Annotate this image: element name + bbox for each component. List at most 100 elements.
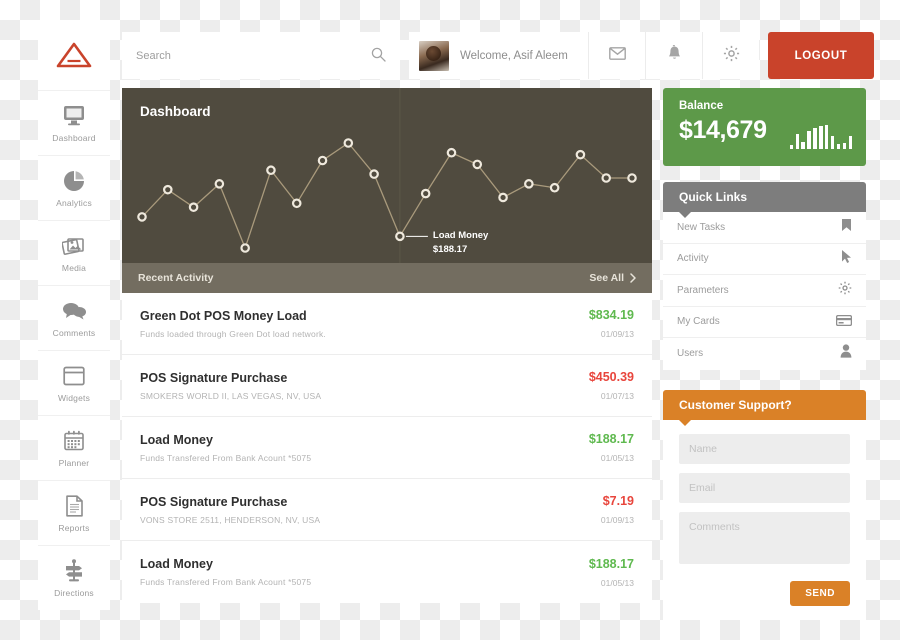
email-field[interactable] xyxy=(679,472,850,503)
chart-point[interactable] xyxy=(627,173,637,183)
notifications-button[interactable] xyxy=(645,32,702,79)
transaction-title: Green Dot POS Money Load xyxy=(140,308,307,323)
chart-point[interactable] xyxy=(369,169,379,179)
document-icon xyxy=(61,494,87,518)
chart-point[interactable] xyxy=(420,188,431,199)
transaction-desc: Funds Transfered From Bank Acount *5075 xyxy=(140,452,312,463)
annotation-label: Load Money xyxy=(432,230,489,242)
quick-link-label: Activity xyxy=(677,253,709,265)
quick-link-activity[interactable]: Activity xyxy=(663,244,866,275)
balance-sparkline xyxy=(789,123,852,149)
transaction-title: POS Signature Purchase xyxy=(140,370,288,385)
chart-point[interactable] xyxy=(162,184,173,195)
pie-chart-icon xyxy=(61,169,87,193)
chart-point[interactable] xyxy=(446,147,457,158)
table-row[interactable]: Load Money Funds Transfered From Bank Aco… xyxy=(122,541,652,603)
transaction-date: 01/07/13 xyxy=(600,391,634,401)
chart-point[interactable] xyxy=(601,173,612,183)
name-field[interactable] xyxy=(679,433,850,464)
search-input[interactable] xyxy=(136,49,386,62)
transaction-date: 01/09/13 xyxy=(600,329,634,339)
chart-point[interactable] xyxy=(575,149,586,160)
transaction-meta: $450.39 01/07/13 xyxy=(589,370,634,401)
gear-icon xyxy=(723,45,740,67)
sidebar-item-dashboard[interactable]: Dashboard xyxy=(38,90,110,155)
table-row[interactable]: POS Signature Purchase SMOKERS WORLD II, … xyxy=(122,355,652,417)
logout-button[interactable]: LOGOUT xyxy=(768,32,874,79)
bookmark-icon xyxy=(841,218,852,237)
speech-bubbles-icon xyxy=(61,299,87,323)
user-icon xyxy=(840,344,852,363)
sidebar-item-reports[interactable]: Reports xyxy=(38,480,110,545)
chart-point[interactable] xyxy=(343,138,354,148)
table-row[interactable]: Green Dot POS Money Load Funds loaded thr… xyxy=(122,293,652,355)
search-container[interactable] xyxy=(122,32,400,79)
chart-point[interactable] xyxy=(188,202,199,212)
quick-link-users[interactable]: Users xyxy=(663,338,866,370)
chart-point[interactable] xyxy=(524,179,534,189)
quick-links-title: Quick Links xyxy=(679,190,748,204)
table-row[interactable]: Load Money Funds Transfered From Bank Aco… xyxy=(122,417,652,479)
chart-point[interactable] xyxy=(395,231,405,242)
send-button[interactable]: SEND xyxy=(790,580,850,606)
transaction-info: POS Signature Purchase SMOKERS WORLD II, … xyxy=(140,371,321,401)
recent-activity-bar: Recent Activity See All xyxy=(122,263,652,293)
chart-point[interactable] xyxy=(549,182,560,193)
see-all-label: See All xyxy=(589,272,624,284)
table-row[interactable]: POS Signature Purchase VONS STORE 2511, H… xyxy=(122,479,652,541)
right-sidebar: Balance $14,679 Quick Links New Tasks Act… xyxy=(663,88,866,620)
search-icon[interactable] xyxy=(371,47,386,67)
quick-link-label: My Cards xyxy=(677,316,720,328)
chart-point[interactable] xyxy=(266,165,276,176)
chart-point[interactable] xyxy=(137,212,147,222)
chart-point[interactable] xyxy=(498,192,508,203)
quick-link-label: Users xyxy=(677,348,704,360)
sidebar-item-media[interactable]: Media xyxy=(38,220,110,285)
main-panel: Dashboard Load Money $188.17 Recent Acti… xyxy=(122,88,652,603)
balance-label: Balance xyxy=(679,100,724,112)
sparkline-bar xyxy=(789,145,794,149)
transaction-date: 01/09/13 xyxy=(600,515,634,525)
sidebar-item-label: Reports xyxy=(58,522,90,533)
signpost-icon xyxy=(61,559,87,583)
quick-link-my-cards[interactable]: My Cards xyxy=(663,307,866,338)
mail-button[interactable] xyxy=(588,32,645,79)
brand-logo[interactable] xyxy=(38,20,110,90)
quick-links-header: Quick Links xyxy=(663,182,866,218)
chart-point[interactable] xyxy=(214,179,225,189)
transaction-amount: $188.17 xyxy=(588,432,634,446)
calendar-icon xyxy=(61,429,87,453)
sidebar-item-label: Planner xyxy=(58,457,90,468)
settings-button[interactable] xyxy=(702,32,759,79)
annotation-amount: $188.17 xyxy=(432,244,468,256)
quick-link-label: New Tasks xyxy=(677,221,726,233)
chart-point[interactable] xyxy=(240,243,250,253)
transaction-date: 01/05/13 xyxy=(600,453,634,463)
balance-card: Balance $14,679 xyxy=(663,88,866,166)
avatar[interactable] xyxy=(419,40,449,71)
comments-field[interactable] xyxy=(679,511,850,564)
dashboard-chart-card: Dashboard Load Money $188.17 xyxy=(122,88,652,263)
sidebar-item-label: Directions xyxy=(54,587,94,598)
user-greeting-cell[interactable]: Welcome, Asif Aleem xyxy=(409,32,588,79)
sidebar-item-analytics[interactable]: Analytics xyxy=(38,155,110,220)
chart-point[interactable] xyxy=(317,155,328,166)
quick-link-new-tasks[interactable]: New Tasks xyxy=(663,212,866,244)
chart-point[interactable] xyxy=(291,198,302,209)
sidebar-item-widgets[interactable]: Widgets xyxy=(38,350,110,415)
transaction-amount: $188.17 xyxy=(588,556,634,571)
sidebar-item-comments[interactable]: Comments xyxy=(38,285,110,350)
quick-link-parameters[interactable]: Parameters xyxy=(663,275,866,307)
sidebar-item-planner[interactable]: Planner xyxy=(38,415,110,480)
sidebar-item-directions[interactable]: Directions xyxy=(38,545,110,610)
app-root: Dashboard Analytics Media Comments Widge xyxy=(0,0,900,640)
chart-point[interactable] xyxy=(472,159,483,170)
transaction-title: Load Money xyxy=(140,432,213,447)
transaction-amount: $450.39 xyxy=(588,370,634,384)
credit-card-icon xyxy=(835,313,853,331)
top-bar: Welcome, Asif Aleem LOGOUT xyxy=(122,32,874,79)
quick-link-label: Parameters xyxy=(677,284,729,296)
recent-activity-title: Recent Activity xyxy=(138,272,214,284)
see-all-link[interactable]: See All xyxy=(589,272,636,284)
